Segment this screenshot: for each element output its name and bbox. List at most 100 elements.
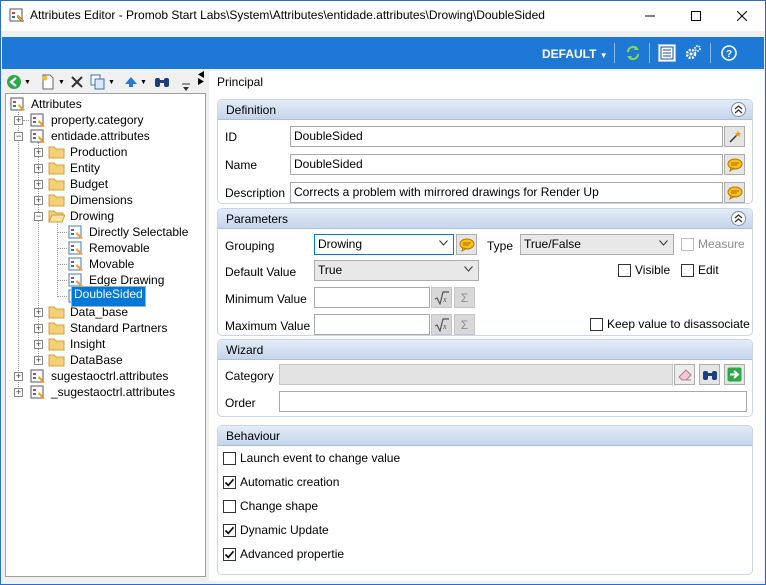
dynamic-update-checkbox[interactable] [223,524,236,537]
clear-category-button[interactable] [674,364,695,385]
goto-category-button[interactable] [724,364,745,385]
properties-area: Principal Definition ID DoubleSided Name… [209,71,764,581]
tree-node-standard-partners[interactable]: Standard Partners [48,320,169,336]
description-input[interactable]: Corrects a problem with mirrored drawing… [290,182,723,203]
refresh-button[interactable] [624,44,642,62]
move-up-button[interactable]: ▼ [124,74,147,90]
default-value-select[interactable]: True [314,260,479,281]
measure-checkbox[interactable] [681,238,694,251]
expand-toggle[interactable]: + [14,388,23,397]
tree-node-label: Standard Partners [70,321,168,335]
tree-node-sugestaoctrl-attributes[interactable]: sugestaoctrl.attributes [30,368,170,384]
settings-button[interactable] [684,44,702,62]
expand-toggle[interactable]: + [34,324,43,333]
tree-node-label: sugestaoctrl.attributes [51,369,169,383]
tree-node-data-base[interactable]: Data_base [48,304,130,320]
launch-event-checkbox[interactable] [223,452,236,465]
tree-node-property-category[interactable]: property.category [30,112,146,128]
tree-node-drowing[interactable]: Drowing [48,208,116,224]
profile-label: DEFAULT [542,47,597,61]
tree-node-removable[interactable]: Removable [68,240,152,256]
edit-label: Edit [698,263,719,277]
collapse-toggle[interactable]: − [34,212,43,221]
speech-bubble-icon [727,158,742,172]
keep-value-checkbox[interactable] [590,318,603,331]
name-input[interactable]: DoubleSided [290,154,723,175]
help-button[interactable]: ? [720,44,738,62]
square-root-icon: x [434,290,449,305]
description-translate-button[interactable] [724,182,745,203]
maximum-value-input[interactable] [314,314,430,335]
tree-node-directly-selectable[interactable]: Directly Selectable [68,224,190,240]
tree-node-root[interactable]: Attributes [10,96,84,112]
chevron-down-icon: ▼ [24,78,31,86]
expand-toggle[interactable]: + [34,356,43,365]
properties-view-button[interactable] [658,44,676,62]
tree-node-production[interactable]: Production [48,144,129,160]
min-sum-button[interactable]: Σ [454,287,475,308]
attribute-item-icon [68,225,83,239]
open-folder-icon [48,210,65,223]
maximize-button[interactable] [673,1,719,31]
copy-button[interactable]: ▼ [90,74,115,90]
attributes-tree[interactable]: Attributes + property.category − entidad… [5,93,206,577]
back-button[interactable]: ▼ [6,74,31,90]
ribbon-separator [649,43,650,63]
edit-checkbox[interactable] [681,264,694,277]
launch-event-label: Launch event to change value [240,451,401,465]
collapse-definition-button[interactable] [731,102,746,117]
collapse-parameters-button[interactable] [731,211,746,226]
tree-connector [23,120,29,121]
tree-node-doublesided[interactable]: DoubleSided [68,285,146,307]
id-lookup-button[interactable] [724,126,745,147]
expand-toggle[interactable]: + [34,148,43,157]
change-shape-checkbox[interactable] [223,500,236,513]
definition-header: Definition [218,100,752,120]
id-input[interactable]: DoubleSided [290,126,723,147]
grouping-translate-button[interactable] [456,234,477,255]
max-formula-button[interactable]: x [431,314,452,335]
close-button[interactable] [719,1,765,31]
expand-toggle[interactable]: + [34,180,43,189]
delete-button[interactable] [70,74,84,90]
tree-node-entidade-attributes[interactable]: entidade.attributes [30,128,152,144]
expand-toggle[interactable]: + [34,340,43,349]
category-input[interactable] [279,364,673,385]
minimum-value-input[interactable] [314,287,430,308]
new-item-button[interactable]: ▼ [40,74,65,90]
tree-connector [58,280,67,281]
expand-toggle[interactable]: + [14,116,23,125]
chevron-up-double-icon [734,214,743,223]
tree-node-dimensions[interactable]: Dimensions [48,192,135,208]
order-input[interactable] [279,391,747,412]
tree-node-database[interactable]: DataBase [48,352,125,368]
automatic-creation-checkbox[interactable] [223,476,236,489]
expand-toggle[interactable]: + [34,196,43,205]
chevron-up-double-icon [734,105,743,114]
expand-toggle[interactable]: + [34,164,43,173]
visible-checkbox[interactable] [618,264,631,277]
min-formula-button[interactable]: x [431,287,452,308]
tree-node-sugestaoctrl-attributes-2[interactable]: _sugestaoctrl.attributes [30,384,177,400]
expand-toggle[interactable]: + [34,308,43,317]
grouping-select[interactable]: Drowing [314,234,454,255]
tree-node-movable[interactable]: Movable [68,256,136,272]
folder-icon [48,306,65,319]
tree-node-budget[interactable]: Budget [48,176,110,192]
tree-node-insight[interactable]: Insight [48,336,107,352]
tree-node-entity[interactable]: Entity [48,160,102,176]
wizard-title: Wizard [226,343,264,357]
minimize-button[interactable] [627,1,673,31]
type-select[interactable]: True/False [520,234,674,255]
advanced-propertie-checkbox[interactable] [223,548,236,561]
profile-dropdown[interactable]: DEFAULT ▼ [542,47,608,61]
expand-toggle[interactable]: + [14,372,23,381]
find-category-button[interactable] [699,364,720,385]
find-button[interactable] [154,74,170,90]
panel-splitter-toggle[interactable] [197,71,205,85]
name-translate-button[interactable] [724,154,745,175]
tree-connector [18,112,19,389]
max-sum-button[interactable]: Σ [454,314,475,335]
collapse-toggle[interactable]: − [14,132,23,141]
tree-node-label: Removable [89,241,150,255]
